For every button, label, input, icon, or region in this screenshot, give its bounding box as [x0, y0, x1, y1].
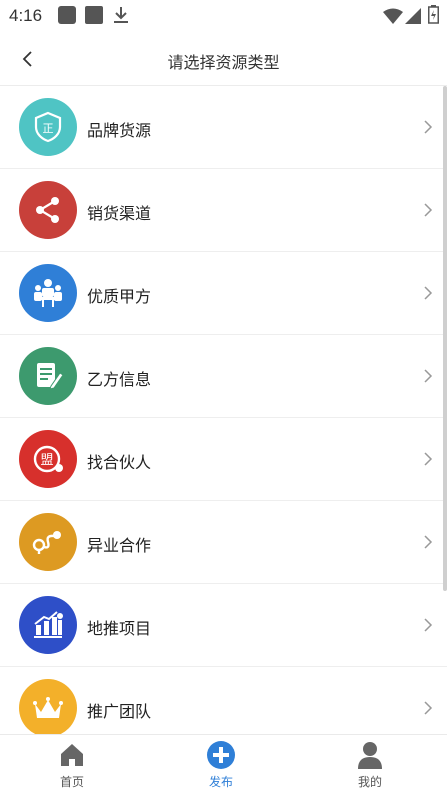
item-label: 优质甲方 [87, 287, 152, 306]
chevron-right-icon [424, 701, 433, 715]
item-label: 推广团队 [87, 702, 152, 721]
svg-text:盟: 盟 [40, 453, 53, 468]
document-edit-icon [19, 347, 77, 405]
brand-shield-icon: 正 [19, 98, 77, 156]
meeting-people-icon [19, 264, 77, 322]
list-item-ground-promotion[interactable]: 地推项目 [0, 584, 447, 667]
scrollbar[interactable] [443, 86, 447, 591]
item-label: 品牌货源 [87, 121, 152, 140]
status-time: 4:16 [9, 6, 43, 25]
chevron-right-icon [424, 618, 433, 632]
alliance-badge-icon: 盟 [19, 430, 77, 488]
list-item-sales-channel[interactable]: 销货渠道 [0, 169, 447, 252]
user-icon [358, 742, 382, 769]
resource-type-list: 正 品牌货源 销货渠道 优质甲方 乙方信息 盟 找合伙人 异业合作 地推项目 推… [0, 86, 447, 734]
app-notification-icon [58, 6, 76, 24]
wifi-icon [383, 8, 403, 24]
list-item-find-partner[interactable]: 盟 找合伙人 [0, 418, 447, 501]
nav-bar: 请选择资源类型 [0, 34, 447, 86]
item-label: 地推项目 [87, 619, 152, 638]
chevron-right-icon [424, 535, 433, 549]
tab-label: 我的 [357, 775, 382, 789]
tab-home[interactable]: 首页 [22, 741, 122, 793]
chevron-right-icon [424, 452, 433, 466]
chevron-right-icon [424, 120, 433, 134]
list-item-cross-industry[interactable]: 异业合作 [0, 501, 447, 584]
list-item-brand-supply[interactable]: 正 品牌货源 [0, 86, 447, 169]
list-item-promotion-team[interactable]: 推广团队 [0, 667, 447, 734]
chevron-right-icon [424, 203, 433, 217]
item-label: 找合伙人 [87, 453, 152, 472]
item-label: 异业合作 [87, 536, 152, 555]
bottom-tab-bar: 首页 发布 我的 [0, 734, 447, 796]
growth-bars-icon [19, 596, 77, 654]
route-pin-icon [19, 513, 77, 571]
status-bar: 4:16 [0, 0, 447, 34]
list-item-quality-party-a[interactable]: 优质甲方 [0, 252, 447, 335]
svg-text:正: 正 [43, 122, 54, 135]
app-notification-icon-2 [85, 6, 103, 24]
tab-label: 发布 [208, 775, 233, 789]
share-icon [19, 181, 77, 239]
signal-icon [405, 8, 421, 24]
plus-circle-icon [207, 741, 235, 769]
crown-icon [19, 679, 77, 734]
tab-mine[interactable]: 我的 [320, 741, 420, 793]
battery-icon [428, 5, 439, 24]
tab-label: 首页 [59, 775, 84, 789]
list-item-party-b-info[interactable]: 乙方信息 [0, 335, 447, 418]
tab-publish[interactable]: 发布 [171, 741, 271, 793]
download-icon [114, 7, 128, 23]
chevron-right-icon [424, 286, 433, 300]
home-icon [61, 744, 83, 766]
item-label: 乙方信息 [87, 370, 152, 389]
page-title: 请选择资源类型 [167, 53, 280, 72]
chevron-right-icon [424, 369, 433, 383]
item-label: 销货渠道 [87, 204, 152, 223]
